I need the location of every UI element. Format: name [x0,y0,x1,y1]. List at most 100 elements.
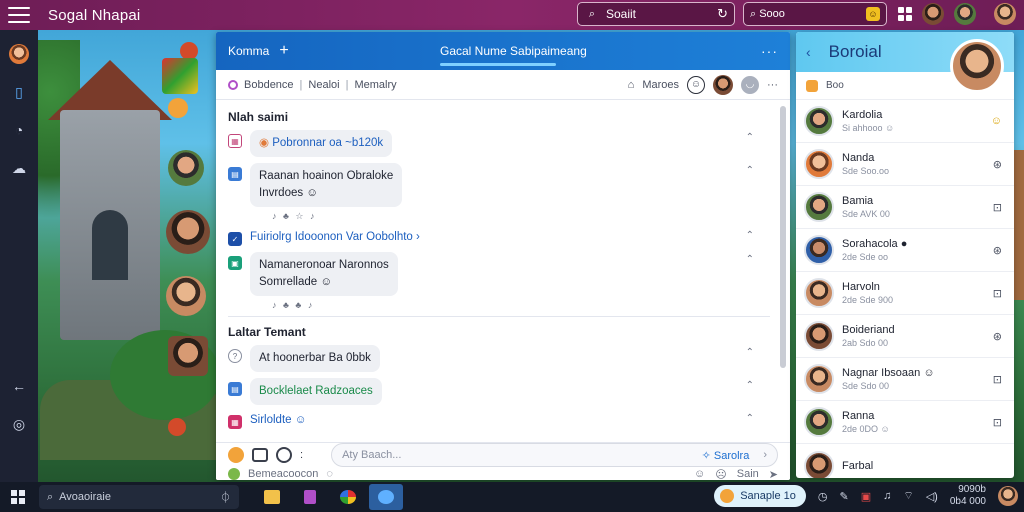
top-search-box-2[interactable]: ⌕ Sooo ☺ [743,2,887,26]
list-item[interactable]: ? At hoonerbar Ba 0bbk ⌃ [228,345,770,372]
reactions[interactable]: ♪ ♣ ♣ ♪ [272,300,770,310]
floating-avatar[interactable] [168,98,188,118]
contact-row[interactable]: Harvoln 2de Sde 900 ⊡ [796,272,1014,315]
refresh-icon[interactable]: ↻ [717,6,728,22]
filter-icon[interactable] [806,79,818,92]
subbar-item[interactable]: Bobdence [244,79,294,91]
contact-row[interactable]: Nanda Sde Soo.oo ⊛ [796,143,1014,186]
arrow-left-icon[interactable]: ← [9,376,29,396]
settings-circle-icon[interactable]: ◎ [9,414,29,434]
chevron-right-icon[interactable]: › [763,449,767,461]
add-tab-icon[interactable]: + [279,42,288,60]
message-bubble[interactable]: At hoonerbar Ba 0bbk [250,345,380,372]
chevron-up-icon[interactable]: ⌃ [746,380,754,391]
list-item[interactable]: ▦ Sirloldte ☺ ⌃ [228,411,770,429]
scrollbar[interactable] [780,106,786,368]
emoji-icon[interactable] [228,447,244,463]
record-icon[interactable] [276,447,292,463]
message-bubble[interactable]: ◉ Pobronnar oa ~b120k [250,130,393,157]
volume-icon[interactable]: ◁) [926,490,938,503]
user-avatar[interactable] [998,486,1018,506]
message-list[interactable]: Nlah saimi ▦ ◉ Pobronnar oa ~b120k ⌃ ▤ R… [216,100,782,440]
list-item[interactable]: ▣ Namaneronoar Naronnos Somrellade ☺ ⌃ [228,252,770,296]
floating-avatar[interactable] [168,150,204,186]
smiley-badge-icon[interactable]: ☺ [866,7,880,21]
floating-avatar[interactable] [168,336,208,376]
clock-icon[interactable]: ◔ [9,120,29,140]
emoji-icon[interactable]: ☺ [694,468,705,480]
contact-row[interactable]: Bamia Sde AVK 00 ⊡ [796,186,1014,229]
floating-avatar[interactable] [162,58,198,94]
subbar-item[interactable]: Nealoi [308,79,339,91]
store-icon[interactable] [293,484,327,510]
chevron-up-icon[interactable]: ⌃ [746,132,754,143]
taskbar-search[interactable]: ⌕ Avoaoiraie ⏀ [39,485,239,509]
clock-icon[interactable]: ◷ [818,490,828,503]
user-avatar[interactable] [922,3,944,25]
contact-action-icon[interactable]: ⊛ [993,244,1002,257]
friend-avatar[interactable] [954,3,976,25]
contact-action-icon[interactable]: ⊛ [993,330,1002,343]
floating-avatar[interactable] [166,276,206,316]
notification-pill[interactable]: Sanaple 1o [714,485,806,507]
message-input[interactable]: Aty Baach... ✧ Sarolra › [331,443,778,467]
toggle-icon[interactable]: ◡ [741,75,759,94]
attach-icon[interactable]: ◌ [326,468,333,480]
contact-action-icon[interactable]: ⊡ [993,416,1002,429]
profile-avatar-icon[interactable] [9,44,29,64]
browser-icon[interactable] [331,484,365,510]
floating-avatar[interactable] [166,210,210,254]
floating-badge[interactable] [168,418,186,436]
mic-icon[interactable]: ⏀ [220,489,231,505]
message-bubble[interactable]: Raanan hoainon Obraloke Invrdoes ☺ [250,163,403,207]
message-bubble[interactable]: Bocklelaet Radzoaces [250,378,382,405]
contact-row[interactable]: Nagnar Ibsoaan ☺ Sde Sdo 00 ⊡ [796,358,1014,401]
more-icon[interactable]: ··· [761,43,778,59]
apps-grid-icon[interactable] [898,7,912,21]
message-bubble[interactable]: Namaneronoar Naronnos Somrellade ☺ [250,252,398,296]
chevron-up-icon[interactable]: ⌃ [746,230,754,241]
contact-row[interactable]: Sorahacola ● 2de Sde oo ⊛ [796,229,1014,272]
sticker-icon[interactable]: ☹ [715,468,726,481]
subbar-right-label[interactable]: Maroes [642,79,679,91]
start-icon[interactable] [11,490,25,504]
contact-row[interactable]: Ranna 2de 0DO ☺ ⊡ [796,401,1014,444]
composer-action-label[interactable]: Sain [737,468,759,480]
friend-avatar[interactable] [994,3,1016,25]
emoji-icon[interactable]: ☺ [687,75,705,94]
tablet-icon[interactable]: ▯ [9,82,29,102]
more-options-icon[interactable]: : [300,449,303,461]
chat-app-icon[interactable] [369,484,403,510]
pen-icon[interactable]: ✎ [840,490,849,503]
camera-icon[interactable] [252,448,268,462]
contact-action-icon[interactable]: ⊛ [993,158,1002,171]
wifi-icon[interactable]: ⌔ [903,489,913,503]
contact-action-icon[interactable]: ⊡ [993,373,1002,386]
pin-icon[interactable]: ⌂ [628,79,635,91]
member-avatar[interactable] [713,74,733,95]
clock[interactable]: 9090b 0b4 000 [950,484,986,508]
chat-title[interactable]: Gacal Nume Sabipaimeang [440,44,587,58]
message-link[interactable]: Fuiriolrg Idooonon Var Oobolhto › [250,228,420,243]
contact-action-icon[interactable]: ⊡ [993,201,1002,214]
contact-row[interactable]: Kardolia Si ahhooo ☺ ☺ [796,100,1014,143]
cloud-icon[interactable]: ☁ [9,158,29,178]
contact-row[interactable]: Farbal [796,444,1014,478]
contact-action-icon[interactable]: ☺ [991,115,1002,127]
list-item[interactable]: ▦ ◉ Pobronnar oa ~b120k ⌃ [228,130,770,157]
list-item[interactable]: ✓ Fuiriolrg Idooonon Var Oobolhto › ⌃ [228,228,770,246]
message-link[interactable]: Sirloldte ☺ [250,411,306,426]
back-icon[interactable]: ‹ [806,44,811,60]
list-item[interactable]: ▤ Bocklelaet Radzoaces ⌃ [228,378,770,405]
chevron-up-icon[interactable]: ⌃ [746,165,754,176]
contact-action-icon[interactable]: ⊡ [993,287,1002,300]
app-tray-icon[interactable]: ▣ [861,490,871,503]
contact-row[interactable]: Boideriand 2ab Sdo 00 ⊛ [796,315,1014,358]
chevron-up-icon[interactable]: ⌃ [746,347,754,358]
profile-avatar[interactable] [950,39,1004,93]
list-item[interactable]: ▤ Raanan hoainon Obraloke Invrdoes ☺ ⌃ [228,163,770,207]
bell-icon[interactable]: ♫ [883,490,891,502]
send-arrow-icon[interactable]: ➤ [769,468,778,481]
top-search-box[interactable]: ⌕ Soaiit ↻ [577,2,735,26]
chat-tab[interactable]: Komma [228,44,269,58]
